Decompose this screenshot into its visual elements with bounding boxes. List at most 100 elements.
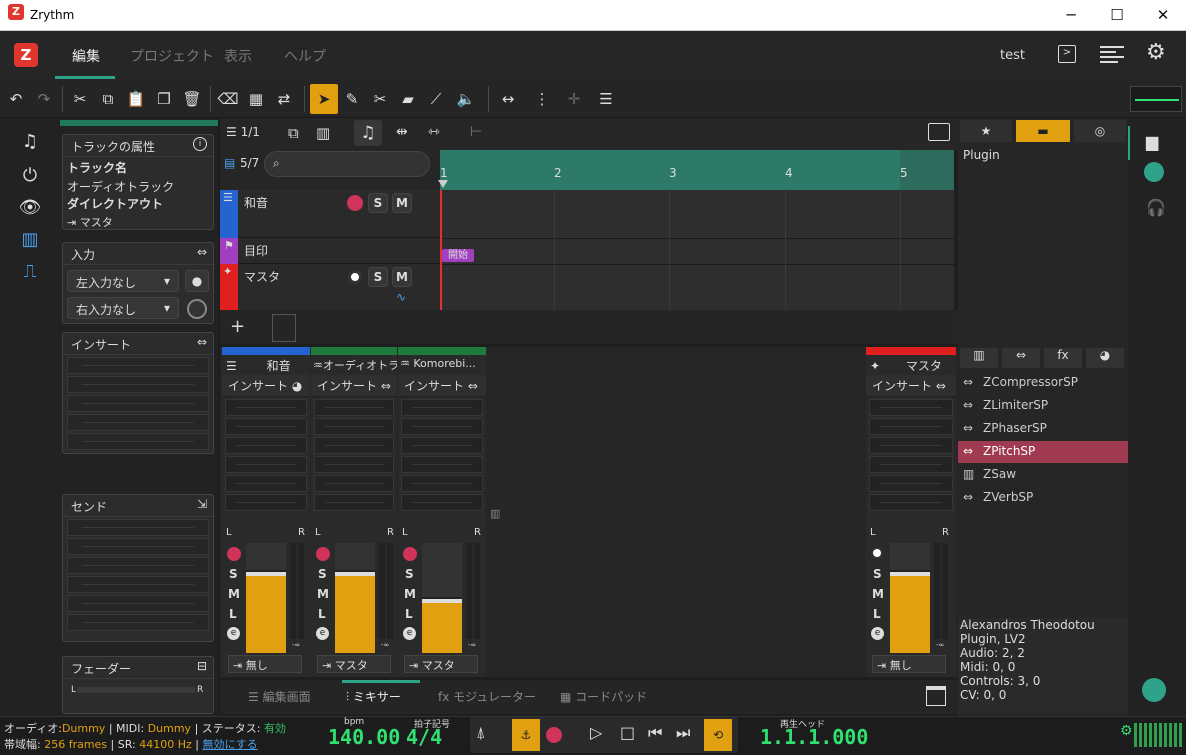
mute-button[interactable]: M [228,587,240,601]
right-input-dropdown[interactable]: 右入力なし ▾ [67,297,179,319]
left-input-dropdown[interactable]: 左入力なし ▾ [67,270,179,292]
snap-events-icon[interactable]: ✛ [560,84,588,114]
track-name-value[interactable]: オーディオトラック [63,178,213,195]
close-button[interactable]: ✕ [1140,0,1186,31]
fader-handle[interactable] [890,570,930,576]
clear-icon[interactable]: ⌫ [214,84,242,114]
track-row-chord[interactable]: ☰ 和音 S M [220,190,440,238]
insert-slot[interactable] [225,418,307,435]
channel-header[interactable]: ♒ Komorebi... [398,355,486,375]
plugin-list-item[interactable]: ⇔ ZVerbSP [958,487,1128,509]
palette-icon[interactable]: ◕ [292,379,302,393]
info-icon[interactable]: i [193,137,207,151]
maximize-button[interactable]: ☐ [1094,0,1140,31]
fader-handle[interactable] [422,597,462,603]
terminal-icon[interactable]: > [1058,45,1076,63]
insert-slot[interactable] [314,475,394,492]
track-row-marker[interactable]: ⚑ 目印 [220,238,440,264]
table-view-icon[interactable] [928,123,950,141]
mute-button[interactable]: M [317,587,329,601]
disable-link[interactable]: 無効にする [203,738,258,751]
extras-button[interactable]: e [871,627,884,640]
log-icon[interactable] [1100,43,1124,65]
fader-handle[interactable] [246,570,286,576]
insert-slot[interactable] [225,494,307,511]
plugin-list-item[interactable]: ⇔ ZLimiterSP [958,395,1128,417]
send-slot[interactable] [67,519,209,536]
menu-view[interactable]: 表示 [224,46,252,66]
insert-slot[interactable] [401,494,483,511]
track-inspector-icon[interactable]: ♫ [18,130,42,154]
arranger-grid[interactable]: 開始 [440,190,954,310]
headphones-icon[interactable]: 🎧 [1146,198,1166,217]
insert-slot[interactable] [225,475,307,492]
listen-button[interactable]: L [229,607,237,621]
direct-out-button[interactable]: ⇥ マスタ [63,212,213,232]
cut-tool-icon[interactable]: ✂ [366,84,394,114]
playhead-display[interactable]: 1.1.1.000 [760,725,868,749]
select-tool-icon[interactable]: ➤ [310,84,338,114]
send-slot[interactable] [67,614,209,631]
duplicate-icon[interactable]: ❐ [150,84,178,114]
instrument-filter-icon[interactable]: ▥ [960,348,998,368]
channel-output-button[interactable]: ⇥ マスタ [317,655,391,673]
rewind-icon[interactable]: ⏮ [648,723,662,743]
insert-slot[interactable] [869,399,953,416]
undo-icon[interactable]: ↶ [2,84,30,114]
insert-slot[interactable] [869,418,953,435]
delete-icon[interactable]: 🗑 [178,84,206,114]
insert-slot[interactable] [401,418,483,435]
insert-slot[interactable] [401,456,483,473]
timeline-ruler[interactable]: 1 2 3 4 5 [438,150,954,190]
monitor-button[interactable] [871,547,883,559]
effect-filter-icon[interactable]: ⇔ [1002,348,1040,368]
anchor-icon[interactable]: ⚓ [512,719,540,751]
insert-slot[interactable] [869,494,953,511]
file-browser-icon[interactable]: ◎ [1074,120,1126,142]
menu-edit[interactable]: 編集 [72,46,100,66]
expand-icon[interactable]: ▥ [316,124,330,142]
insert-slot[interactable] [869,475,953,492]
insert-slot[interactable] [67,376,209,393]
monitor-icon[interactable] [1142,678,1166,702]
solo-button[interactable]: S [405,567,414,581]
automation-curve-icon[interactable]: ∿ [396,290,406,304]
track-properties-header[interactable]: トラックの属性 i [63,135,213,157]
stack-icon[interactable]: ⧉ [288,124,299,142]
paste-icon[interactable]: 📋 [122,84,150,114]
stop-icon[interactable]: □ [620,723,635,742]
record-button[interactable] [546,727,562,743]
loop-icon[interactable]: ⟲ [704,719,732,751]
insert-slot[interactable] [225,456,307,473]
listen-button[interactable]: L [873,607,881,621]
insert-slot[interactable] [401,475,483,492]
cut-icon[interactable]: ✂ [66,84,94,114]
menu-help[interactable]: ヘルプ [284,46,326,66]
mute-button[interactable]: M [404,587,416,601]
menu-project[interactable]: プロジェクト [130,46,214,66]
time-signature-display[interactable]: 4/4 [406,725,442,749]
mute-button[interactable]: M [392,193,412,213]
tab-editor[interactable]: ☰ 編集画面 [248,688,311,705]
bpm-display[interactable]: 140.00 [328,725,400,749]
listen-button[interactable]: L [405,607,413,621]
track-search-input[interactable]: ⌕ [264,151,430,177]
plugin-list-item[interactable]: ▥ ZSaw [958,464,1128,486]
snap-to-grid-icon[interactable]: ↔ [494,84,522,114]
send-slot[interactable] [67,595,209,612]
select-all-icon[interactable]: ▦ [242,84,270,114]
insert-slot[interactable] [869,456,953,473]
insert-slot[interactable] [67,357,209,374]
extras-button[interactable]: e [227,627,240,640]
extras-button[interactable]: e [316,627,329,640]
audition-tool-icon[interactable]: 🔈 [452,84,480,114]
send-slot[interactable] [67,576,209,593]
insert-slot[interactable] [314,456,394,473]
record-button[interactable] [403,547,417,561]
forward-icon[interactable]: ⏭ [676,723,690,743]
file-icon[interactable] [1144,162,1164,182]
insert-slot[interactable] [314,437,394,454]
insert-slot[interactable] [67,414,209,431]
fx-filter-icon[interactable]: fx [1044,348,1082,368]
redo-icon[interactable]: ↷ [30,84,58,114]
